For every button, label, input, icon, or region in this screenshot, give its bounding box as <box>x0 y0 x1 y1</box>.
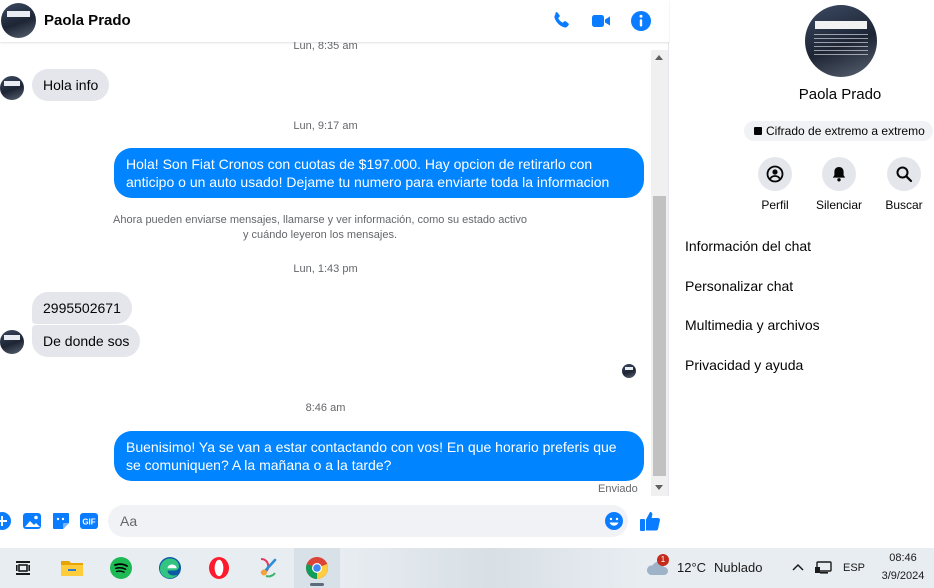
section-media-files[interactable]: Multimedia y archivos <box>685 317 820 333</box>
spotify-icon[interactable] <box>98 548 144 588</box>
contact-avatar[interactable] <box>1 3 36 38</box>
section-privacy-support[interactable]: Privacidad y ayuda <box>685 357 803 373</box>
profile-button[interactable]: Perfil <box>743 157 807 212</box>
weather-condition: Nublado <box>714 560 763 575</box>
phone-icon[interactable] <box>549 9 573 33</box>
chat-header: Paola Prado <box>0 0 669 42</box>
incoming-message: Hola info <box>32 69 110 101</box>
task-view-icon[interactable] <box>0 548 46 588</box>
network-icon[interactable] <box>815 561 833 575</box>
system-message-line: y cuándo leyeron los mensajes. <box>242 229 398 241</box>
plus-icon[interactable] <box>0 511 12 531</box>
weather-widget[interactable]: 1 12°C Nublado <box>645 554 775 578</box>
encryption-badge-label: Cifrado de extremo a extremo <box>766 124 925 138</box>
scroll-down-arrow-icon[interactable] <box>655 485 663 490</box>
seen-indicator-avatar <box>622 364 636 378</box>
info-icon[interactable] <box>629 9 653 33</box>
clock-date[interactable]: 3/9/2024 <box>877 570 929 582</box>
section-customize-chat[interactable]: Personalizar chat <box>685 278 793 294</box>
file-explorer-icon[interactable] <box>49 548 95 588</box>
timestamp: Lun, 8:35 am <box>293 42 358 52</box>
encryption-badge[interactable]: Cifrado de extremo a extremo <box>744 121 933 141</box>
timestamp: Lun, 9:17 am <box>293 120 358 132</box>
contact-name[interactable]: Paola Prado <box>44 12 131 29</box>
image-icon[interactable] <box>22 511 42 531</box>
paint-icon[interactable] <box>245 548 291 588</box>
system-message: Ahora pueden enviarse mensajes, llamarse… <box>100 213 540 243</box>
message-list: Lun, 8:35 am Hola info Lun, 9:17 am Hola… <box>0 42 651 496</box>
section-chat-info[interactable]: Información del chat <box>685 238 811 254</box>
messenger-window: Paola Prado Lun, 8:35 am Hola info Lun, … <box>0 0 934 588</box>
language-indicator[interactable]: ESP <box>843 562 865 574</box>
notification-badge: 1 <box>657 554 669 566</box>
timestamp: 8:46 am <box>305 402 346 414</box>
scrollbar[interactable] <box>651 50 668 496</box>
sent-status: Enviado <box>598 483 638 495</box>
action-label: Buscar <box>885 198 923 212</box>
bell-icon <box>822 157 856 191</box>
outgoing-message: Hola! Son Fiat Cronos con cuotas de $197… <box>114 148 644 198</box>
windows-taskbar: 1 12°C Nublado ESP 08:46 3/9/2024 <box>0 548 934 588</box>
svg-text:GIF: GIF <box>82 518 95 527</box>
thumbs-up-icon[interactable] <box>639 510 661 532</box>
profile-avatar[interactable] <box>805 5 877 77</box>
opera-icon[interactable] <box>196 548 242 588</box>
profile-name: Paola Prado <box>798 86 882 103</box>
chat-pane: Paola Prado Lun, 8:35 am Hola info Lun, … <box>0 0 669 548</box>
outgoing-message: Buenisimo! Ya se van a estar contactando… <box>114 431 644 481</box>
incoming-message: 2995502671 <box>32 292 132 324</box>
incoming-message: De donde sos <box>32 325 141 357</box>
mute-button[interactable]: Silenciar <box>807 157 871 212</box>
lock-icon <box>754 127 762 135</box>
system-message-line: Ahora pueden enviarse mensajes, llamarse… <box>113 214 527 226</box>
timestamp: Lun, 1:43 pm <box>293 263 358 275</box>
contact-avatar-small[interactable] <box>0 76 24 100</box>
search-icon <box>887 157 921 191</box>
chevron-up-icon[interactable] <box>792 562 804 572</box>
chat-info-panel: Paola Prado Cifrado de extremo a extremo… <box>670 0 934 548</box>
message-input[interactable] <box>108 505 628 537</box>
contact-avatar-small[interactable] <box>0 330 24 354</box>
profile-icon <box>758 157 792 191</box>
clock-time[interactable]: 08:46 <box>879 552 927 564</box>
message-composer: GIF <box>0 496 669 548</box>
sticker-icon[interactable] <box>51 511 71 531</box>
scrollbar-thumb[interactable] <box>653 196 666 476</box>
emoji-icon[interactable] <box>604 511 624 531</box>
action-label: Perfil <box>761 198 789 212</box>
chrome-icon[interactable] <box>294 548 340 588</box>
search-button[interactable]: Buscar <box>872 157 934 212</box>
scroll-up-arrow-icon[interactable] <box>655 55 663 60</box>
gif-icon[interactable]: GIF <box>79 511 99 531</box>
video-camera-icon[interactable] <box>589 9 613 33</box>
weather-temperature: 12°C <box>677 560 707 575</box>
edge-icon[interactable] <box>147 548 193 588</box>
action-label: Silenciar <box>815 198 863 212</box>
